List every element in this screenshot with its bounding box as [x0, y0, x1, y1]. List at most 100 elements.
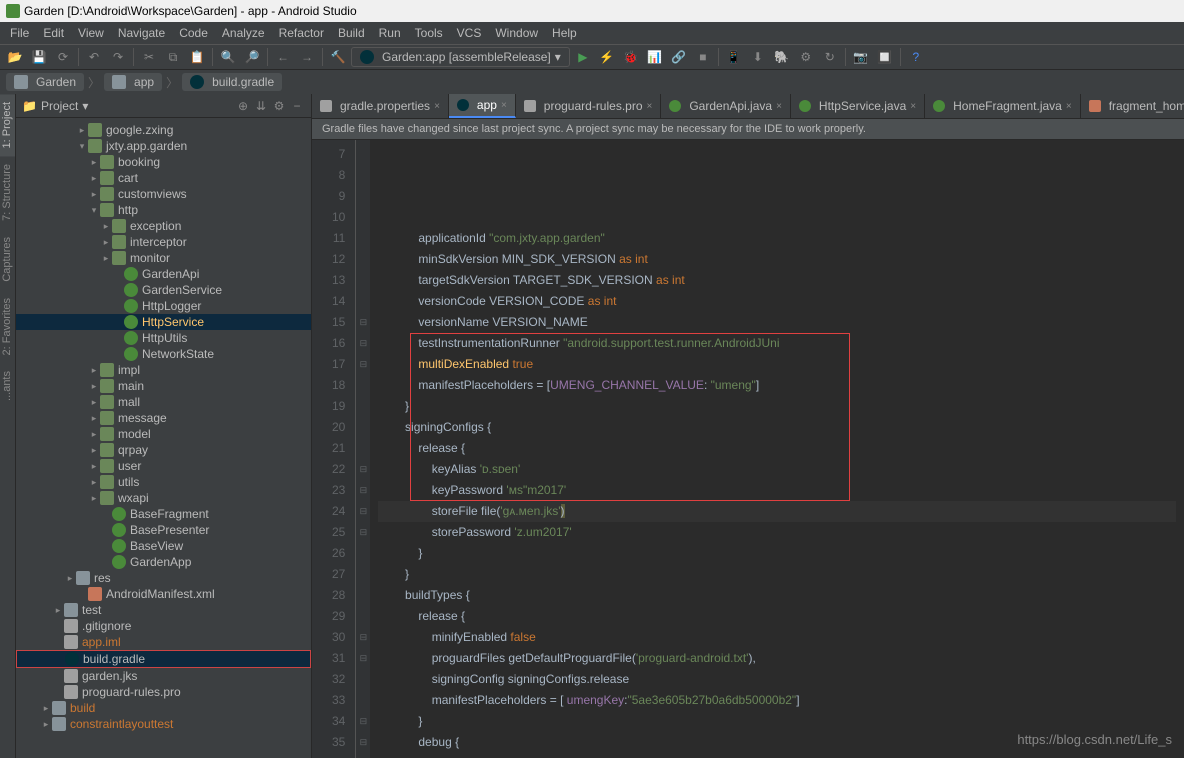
- fold-gutter[interactable]: ⊟⊟⊟⊟⊟⊟⊟⊟⊟⊟⊟: [356, 140, 370, 758]
- tree-item[interactable]: ▸exception: [16, 218, 311, 234]
- tree-item[interactable]: .gitignore: [16, 618, 311, 634]
- side-tab[interactable]: 1: Project: [0, 94, 15, 156]
- side-tab[interactable]: ...ants: [0, 363, 15, 409]
- close-icon[interactable]: ×: [1066, 101, 1072, 112]
- breadcrumb-root[interactable]: Garden: [6, 73, 84, 91]
- close-icon[interactable]: ×: [647, 101, 653, 112]
- attach-icon[interactable]: 🔗: [668, 46, 690, 68]
- undo-icon[interactable]: ↶: [83, 46, 105, 68]
- side-tab[interactable]: Captures: [0, 229, 15, 290]
- collapse-all-icon[interactable]: ⇊: [253, 98, 269, 114]
- code-area[interactable]: 7891011121314151617181920212223242526272…: [312, 140, 1184, 758]
- screenshot-icon[interactable]: 📷: [850, 46, 872, 68]
- tree-item[interactable]: HttpUtils: [16, 330, 311, 346]
- tree-item[interactable]: GardenApi: [16, 266, 311, 282]
- tree-item[interactable]: BaseFragment: [16, 506, 311, 522]
- tree-item[interactable]: ▸user: [16, 458, 311, 474]
- tree-item[interactable]: ▸qrpay: [16, 442, 311, 458]
- rerun-icon[interactable]: ↻: [819, 46, 841, 68]
- menu-refactor[interactable]: Refactor: [273, 24, 330, 42]
- cut-icon[interactable]: ✂: [138, 46, 160, 68]
- tree-item[interactable]: ▸mall: [16, 394, 311, 410]
- tree-item[interactable]: NetworkState: [16, 346, 311, 362]
- tree-item[interactable]: ▸google.zxing: [16, 122, 311, 138]
- menu-vcs[interactable]: VCS: [451, 24, 488, 42]
- tree-item[interactable]: ▸model: [16, 426, 311, 442]
- tree-item[interactable]: HttpLogger: [16, 298, 311, 314]
- gradle-sync-icon[interactable]: 🐘: [771, 46, 793, 68]
- tree-item[interactable]: ▸booking: [16, 154, 311, 170]
- side-tab[interactable]: 7: Structure: [0, 156, 15, 229]
- tree-item[interactable]: ▸wxapi: [16, 490, 311, 506]
- stop-icon[interactable]: ■: [692, 46, 714, 68]
- tree-item[interactable]: ▸cart: [16, 170, 311, 186]
- make-icon[interactable]: 🔨: [327, 46, 349, 68]
- tree-item[interactable]: proguard-rules.pro: [16, 684, 311, 700]
- tree-item[interactable]: ▸res: [16, 570, 311, 586]
- copy-icon[interactable]: ⧉: [162, 46, 184, 68]
- run-config-selector[interactable]: Garden:app [assembleRelease] ▾: [351, 47, 570, 67]
- help-icon[interactable]: ?: [905, 46, 927, 68]
- tree-item[interactable]: app.iml: [16, 634, 311, 650]
- tree-item[interactable]: build.gradle: [16, 650, 311, 668]
- menu-code[interactable]: Code: [173, 24, 214, 42]
- editor-tab[interactable]: GardenApi.java×: [661, 94, 791, 118]
- gear-icon[interactable]: ⚙: [271, 98, 287, 114]
- editor-tab[interactable]: app×: [449, 94, 516, 118]
- menu-edit[interactable]: Edit: [37, 24, 70, 42]
- project-structure-icon[interactable]: ⚙: [795, 46, 817, 68]
- tree-item[interactable]: garden.jks: [16, 668, 311, 684]
- tree-item[interactable]: BasePresenter: [16, 522, 311, 538]
- tree-item[interactable]: ▸customviews: [16, 186, 311, 202]
- editor-tab[interactable]: fragment_home.xml×: [1081, 94, 1184, 118]
- tree-item[interactable]: ▸constraintlayouttest: [16, 716, 311, 732]
- editor-tab[interactable]: HomeFragment.java×: [925, 94, 1081, 118]
- avd-icon[interactable]: 📱: [723, 46, 745, 68]
- debug-icon[interactable]: 🐞: [620, 46, 642, 68]
- menu-view[interactable]: View: [72, 24, 110, 42]
- menu-run[interactable]: Run: [373, 24, 407, 42]
- close-icon[interactable]: ×: [501, 100, 507, 111]
- tree-item[interactable]: ▸interceptor: [16, 234, 311, 250]
- menu-tools[interactable]: Tools: [409, 24, 449, 42]
- layout-inspector-icon[interactable]: 🔲: [874, 46, 896, 68]
- close-icon[interactable]: ×: [910, 101, 916, 112]
- project-tree[interactable]: ▸google.zxing▾jxty.app.garden▸booking▸ca…: [16, 118, 311, 758]
- hide-icon[interactable]: −: [289, 98, 305, 114]
- gradle-sync-notification[interactable]: Gradle files have changed since last pro…: [312, 119, 1184, 140]
- save-icon[interactable]: 💾: [28, 46, 50, 68]
- redo-icon[interactable]: ↷: [107, 46, 129, 68]
- back-icon[interactable]: ←: [272, 46, 294, 68]
- breadcrumb-file[interactable]: build.gradle: [182, 73, 282, 91]
- tree-item[interactable]: ▸monitor: [16, 250, 311, 266]
- menu-help[interactable]: Help: [546, 24, 583, 42]
- menu-navigate[interactable]: Navigate: [112, 24, 171, 42]
- tree-item[interactable]: ▸build: [16, 700, 311, 716]
- sync-icon[interactable]: ⟳: [52, 46, 74, 68]
- menu-build[interactable]: Build: [332, 24, 371, 42]
- scroll-from-source-icon[interactable]: ⊕: [235, 98, 251, 114]
- sdk-icon[interactable]: ⬇: [747, 46, 769, 68]
- tree-item[interactable]: BaseView: [16, 538, 311, 554]
- tree-item[interactable]: ▸impl: [16, 362, 311, 378]
- forward-icon[interactable]: →: [296, 46, 318, 68]
- tree-item[interactable]: ▸main: [16, 378, 311, 394]
- run-icon[interactable]: ▶: [572, 46, 594, 68]
- tree-item[interactable]: ▾jxty.app.garden: [16, 138, 311, 154]
- find-icon[interactable]: 🔍: [217, 46, 239, 68]
- menu-file[interactable]: File: [4, 24, 35, 42]
- replace-icon[interactable]: 🔎: [241, 46, 263, 68]
- tree-item[interactable]: GardenApp: [16, 554, 311, 570]
- menu-window[interactable]: Window: [489, 24, 544, 42]
- open-icon[interactable]: 📂: [4, 46, 26, 68]
- tree-item[interactable]: GardenService: [16, 282, 311, 298]
- tree-item[interactable]: ▸utils: [16, 474, 311, 490]
- close-icon[interactable]: ×: [776, 101, 782, 112]
- profile-icon[interactable]: 📊: [644, 46, 666, 68]
- close-icon[interactable]: ×: [434, 101, 440, 112]
- menu-analyze[interactable]: Analyze: [216, 24, 271, 42]
- editor-tab[interactable]: proguard-rules.pro×: [516, 94, 662, 118]
- tree-item[interactable]: ▸message: [16, 410, 311, 426]
- code-content[interactable]: https://blog.csdn.net/Life_s application…: [370, 140, 1184, 758]
- apply-changes-icon[interactable]: ⚡: [596, 46, 618, 68]
